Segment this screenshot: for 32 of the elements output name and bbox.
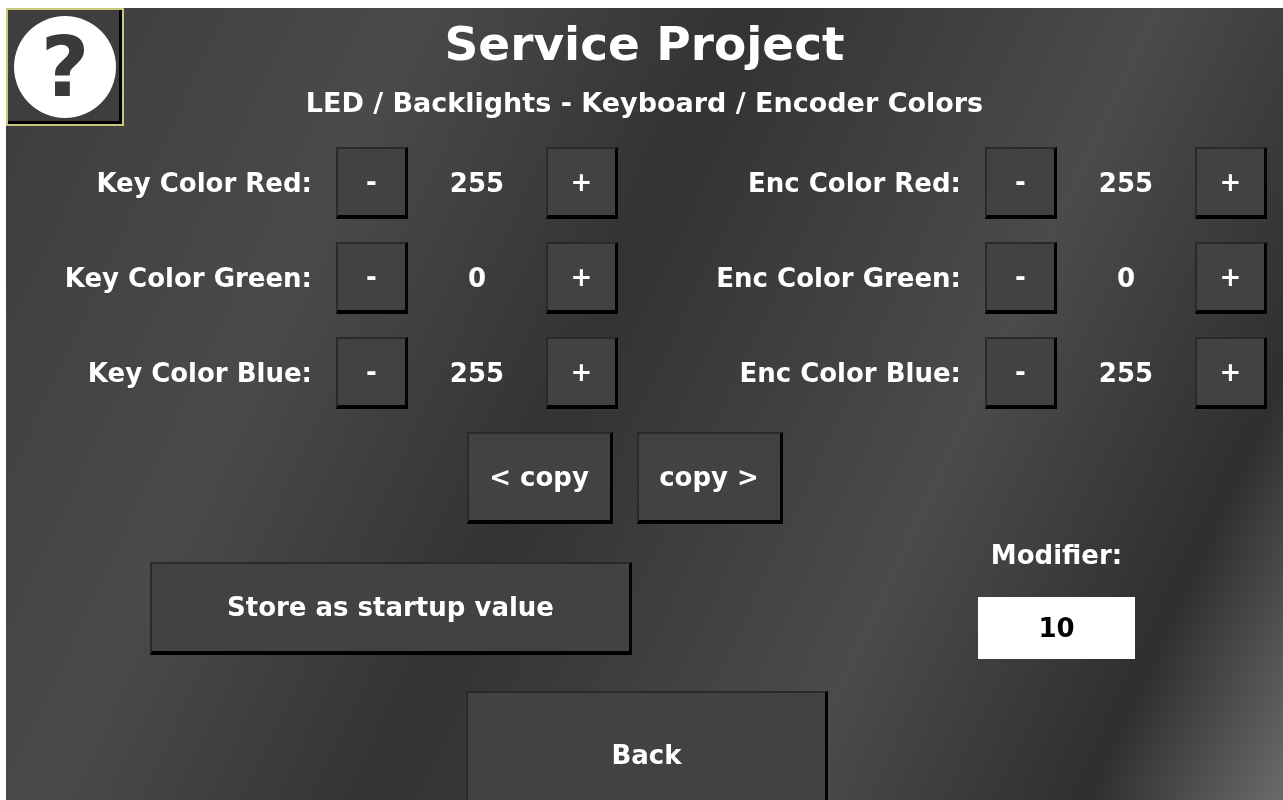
setting-label: Key Color Red: xyxy=(95,166,312,200)
decrement-button[interactable]: - xyxy=(336,147,408,219)
page-subtitle: LED / Backlights - Keyboard / Encoder Colors xyxy=(305,86,984,120)
setting-label: Key Color Blue: xyxy=(86,356,312,390)
setting-label: Enc Color Red: xyxy=(747,166,961,200)
increment-button[interactable]: + xyxy=(546,337,618,409)
increment-button[interactable]: + xyxy=(546,147,618,219)
modifier-label: Modifier: xyxy=(989,539,1124,572)
increment-button[interactable]: + xyxy=(1195,242,1267,314)
copy-button[interactable]: copy > xyxy=(636,432,783,524)
copy-button[interactable]: < copy xyxy=(466,432,613,524)
setting-label: Enc Color Green: xyxy=(715,261,961,295)
back-button[interactable]: Back xyxy=(466,691,828,800)
setting-value: 0 xyxy=(1115,261,1137,295)
increment-button[interactable]: + xyxy=(546,242,618,314)
decrement-button[interactable]: - xyxy=(985,147,1057,219)
modifier-field[interactable]: 10 xyxy=(978,597,1135,659)
setting-value: 255 xyxy=(1097,356,1155,390)
decrement-button[interactable]: - xyxy=(985,242,1057,314)
help-button[interactable]: ? xyxy=(6,8,124,126)
store-button[interactable]: Store as startup value xyxy=(150,562,632,655)
setting-value: 255 xyxy=(448,166,506,200)
setting-label: Enc Color Blue: xyxy=(738,356,961,390)
setting-value: 0 xyxy=(466,261,488,295)
setting-label: Key Color Green: xyxy=(63,261,312,295)
setting-value: 255 xyxy=(448,356,506,390)
decrement-button[interactable]: - xyxy=(985,337,1057,409)
decrement-button[interactable]: - xyxy=(336,242,408,314)
decrement-button[interactable]: - xyxy=(336,337,408,409)
setting-value: 255 xyxy=(1097,166,1155,200)
increment-button[interactable]: + xyxy=(1195,147,1267,219)
increment-button[interactable]: + xyxy=(1195,337,1267,409)
